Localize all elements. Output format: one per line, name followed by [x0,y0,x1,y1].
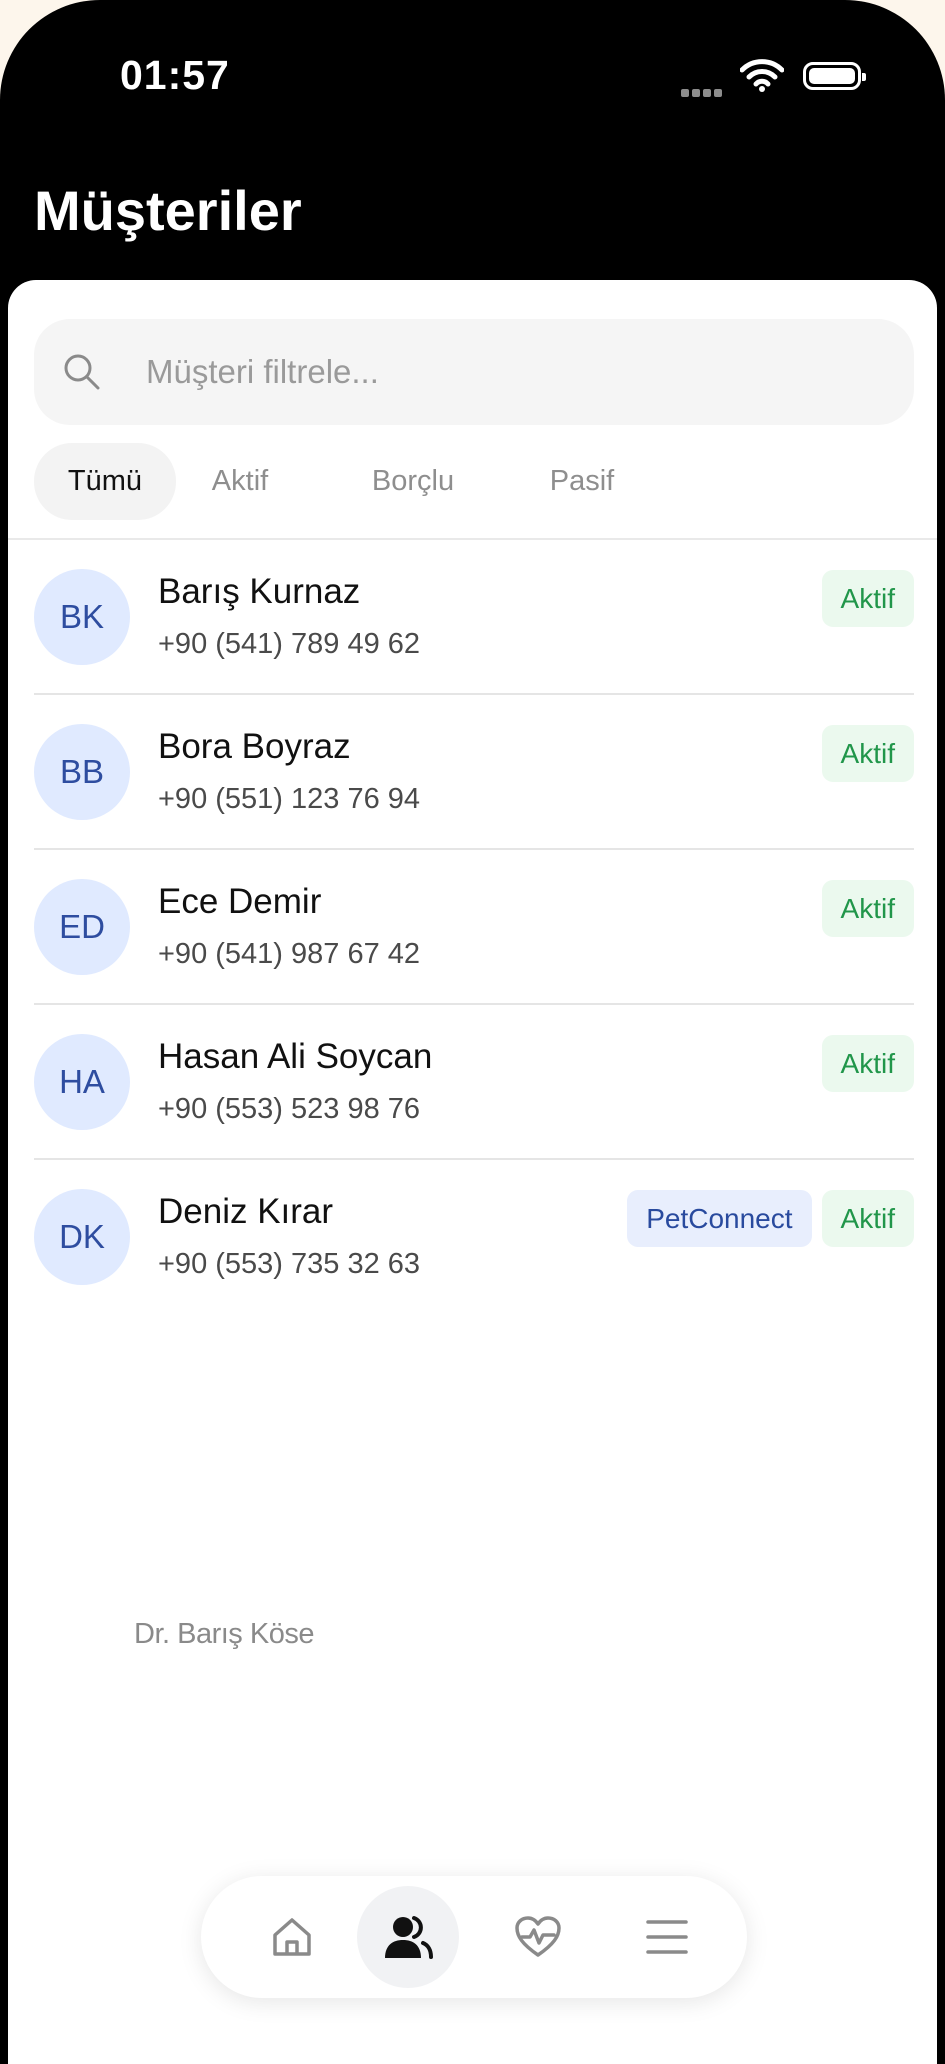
customer-name: Deniz Kırar [158,1192,334,1231]
status-badge: Aktif [821,725,914,782]
customer-row[interactable]: BB Bora Boyraz +90 (551) 123 76 94 Aktif [34,695,914,850]
customer-name: Hasan Ali Soycan [158,1037,433,1076]
customer-row[interactable]: ED Ece Demir +90 (541) 987 67 42 Aktif [34,850,914,1005]
nav-customers[interactable] [357,1886,459,1988]
search-input[interactable] [146,319,866,425]
customer-name: Barış Kurnaz [158,572,361,611]
status-badge: Aktif [821,1190,914,1247]
page-title: Müşteriler [34,179,302,242]
status-badge: Aktif [821,570,914,627]
cellular-signal-icon [681,84,725,102]
search-icon [64,354,100,390]
tab-passive[interactable]: Pasif [532,443,632,520]
customer-list: BK Barış Kurnaz +90 (541) 789 49 62 Akti… [34,540,914,1313]
bottom-nav [201,1876,747,1998]
customer-phone: +90 (551) 123 76 94 [158,783,421,815]
health-icon [515,1916,561,1957]
customer-phone: +90 (541) 789 49 62 [158,628,421,660]
status-badge: Aktif [821,1035,914,1092]
avatar: HA [34,1034,130,1130]
nav-health[interactable] [487,1886,589,1988]
wifi-icon [739,58,785,97]
tab-active[interactable]: Aktif [184,443,296,520]
nav-menu[interactable] [616,1886,718,1988]
battery-icon [803,62,866,90]
doctor-name: Dr. Barış Köse [134,1618,314,1650]
customer-row[interactable]: BK Barış Kurnaz +90 (541) 789 49 62 Akti… [34,540,914,695]
menu-icon [646,1920,688,1954]
home-icon [273,1918,311,1956]
status-bar: 01:57 [0,0,945,150]
search-bar[interactable] [34,319,914,425]
avatar: BB [34,724,130,820]
customer-name: Bora Boyraz [158,727,351,766]
customer-phone: +90 (553) 735 32 63 [158,1248,421,1280]
nav-home[interactable] [241,1886,343,1988]
content-sheet: Tümü Aktif Borçlu Pasif BK Barış Kurnaz … [8,280,937,2064]
customer-phone: +90 (553) 523 98 76 [158,1093,421,1125]
avatar: DK [34,1189,130,1285]
tab-all[interactable]: Tümü [34,443,176,520]
customer-phone: +90 (541) 987 67 42 [158,938,421,970]
tab-debtor[interactable]: Borçlu [348,443,478,520]
status-badge: Aktif [821,880,914,937]
customer-name: Ece Demir [158,882,322,921]
status-time: 01:57 [120,52,230,98]
customer-row[interactable]: DK Deniz Kırar +90 (553) 735 32 63 PetCo… [34,1160,914,1313]
customers-icon [385,1916,433,1959]
customer-row[interactable]: HA Hasan Ali Soycan +90 (553) 523 98 76 … [34,1005,914,1160]
petconnect-badge: PetConnect [627,1190,812,1247]
avatar: BK [34,569,130,665]
phone-frame: 01:57 Müşteriler Tümü Aktif Borçlu Pasif [0,0,945,2064]
avatar: ED [34,879,130,975]
